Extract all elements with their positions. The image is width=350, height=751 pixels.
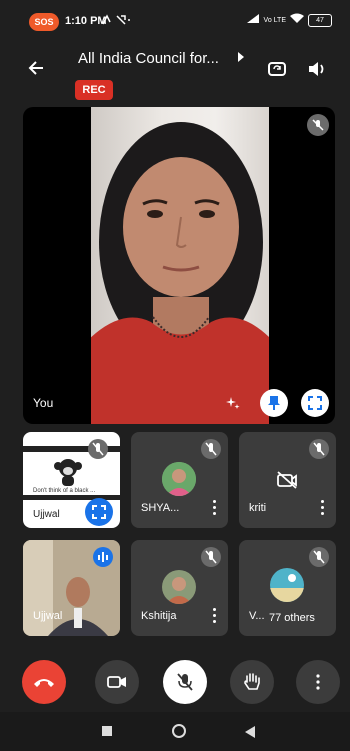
mic-off-icon: [309, 439, 329, 459]
back-nav-button[interactable]: [245, 725, 255, 743]
self-name-label: You: [33, 396, 54, 410]
speaker-icon[interactable]: [306, 58, 328, 80]
participant-tile-screenshare[interactable]: Don't think of a black ... Ujjwal: [23, 432, 120, 528]
others-count-label[interactable]: 77 others: [265, 610, 319, 626]
volte-label: Vo LTE: [263, 16, 286, 24]
recents-button[interactable]: [102, 726, 112, 736]
meeting-title[interactable]: All India Council for...: [78, 50, 219, 67]
avatar: [162, 570, 196, 604]
avatar: [270, 568, 304, 602]
system-nav-bar: [0, 712, 350, 751]
more-icon: [316, 674, 320, 690]
sos-badge: SOS: [29, 13, 59, 31]
speaking-indicator-icon: [93, 547, 113, 567]
participant-name: Ujjwal: [33, 610, 63, 622]
mic-off-icon: [88, 439, 108, 459]
chevron-right-icon[interactable]: [237, 52, 245, 65]
notification-icons: [101, 14, 131, 29]
more-options-button[interactable]: [296, 660, 340, 704]
participant-tile[interactable]: SHYA...: [131, 432, 228, 528]
participant-name: kriti: [249, 502, 267, 514]
fullscreen-icon[interactable]: [301, 389, 329, 417]
microphone-button[interactable]: [163, 660, 207, 704]
back-arrow-icon[interactable]: [28, 58, 44, 80]
more-icon[interactable]: [212, 608, 216, 624]
avatar: [162, 462, 196, 496]
signal-icon: [246, 13, 260, 27]
participant-name: Ujjwal: [33, 509, 60, 520]
mic-off-icon: [307, 114, 329, 136]
status-bar: SOS 1:10 PM Vo LTE 47: [0, 0, 350, 46]
mic-off-icon: [177, 673, 193, 691]
participant-tile[interactable]: Kshitija: [131, 540, 228, 636]
wifi-icon: [290, 13, 304, 27]
end-call-button[interactable]: [22, 660, 66, 704]
participant-name: Kshitija: [141, 610, 177, 622]
participant-tile-speaking[interactable]: Ujjwal: [23, 540, 120, 636]
switch-camera-icon[interactable]: [266, 58, 288, 80]
self-video-tile[interactable]: You: [23, 107, 335, 424]
more-icon[interactable]: [320, 500, 324, 516]
fullscreen-icon[interactable]: [85, 498, 113, 526]
participant-name: V...: [249, 610, 265, 622]
end-call-icon: [34, 679, 54, 687]
camera-off-icon: [276, 470, 298, 495]
recording-badge: REC: [75, 80, 113, 100]
self-video: [91, 107, 269, 424]
home-button[interactable]: [172, 724, 186, 738]
more-icon[interactable]: [212, 500, 216, 516]
hand-raise-icon: [244, 673, 260, 690]
mic-off-icon: [201, 439, 221, 459]
monkey-image: [54, 459, 82, 486]
participant-name: SHYA...: [141, 502, 180, 514]
screen-share-caption: Don't think of a black ...: [33, 488, 96, 494]
pin-icon[interactable]: [260, 389, 288, 417]
mic-off-icon: [309, 547, 329, 567]
effects-icon[interactable]: [219, 389, 247, 417]
participant-tile[interactable]: kriti: [239, 432, 336, 528]
battery-icon: 47: [308, 13, 332, 27]
camera-icon: [107, 676, 126, 688]
camera-button[interactable]: [95, 660, 139, 704]
raise-hand-button[interactable]: [230, 660, 274, 704]
mic-off-icon: [201, 547, 221, 567]
